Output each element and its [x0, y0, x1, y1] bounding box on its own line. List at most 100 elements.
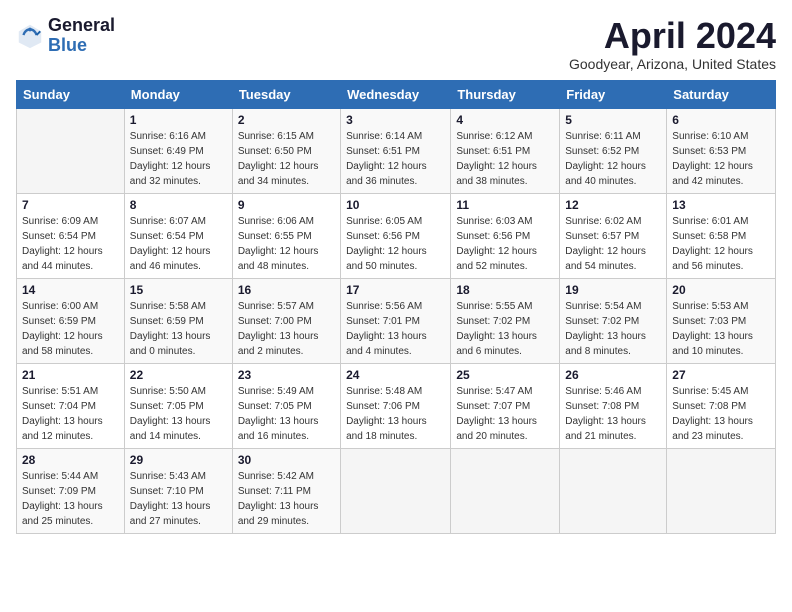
- day-number: 20: [672, 283, 770, 297]
- day-cell: 29 Sunrise: 5:43 AM Sunset: 7:10 PM Dayli…: [124, 448, 232, 533]
- day-number: 3: [346, 113, 445, 127]
- day-info: Sunrise: 5:47 AM Sunset: 7:07 PM Dayligh…: [456, 384, 554, 444]
- day-info: Sunrise: 6:16 AM Sunset: 6:49 PM Dayligh…: [130, 129, 227, 189]
- day-cell: 24 Sunrise: 5:48 AM Sunset: 7:06 PM Dayli…: [341, 363, 451, 448]
- day-number: 24: [346, 368, 445, 382]
- day-cell: 30 Sunrise: 5:42 AM Sunset: 7:11 PM Dayli…: [232, 448, 340, 533]
- day-cell: 27Sunrise: 5:45 AM Sunset: 7:08 PM Dayli…: [667, 363, 776, 448]
- day-cell: 7 Sunrise: 6:09 AM Sunset: 6:54 PM Daylig…: [17, 193, 125, 278]
- day-cell: 6Sunrise: 6:10 AM Sunset: 6:53 PM Daylig…: [667, 108, 776, 193]
- day-info: Sunrise: 6:05 AM Sunset: 6:56 PM Dayligh…: [346, 214, 445, 274]
- day-number: 8: [130, 198, 227, 212]
- day-cell: 23 Sunrise: 5:49 AM Sunset: 7:05 PM Dayli…: [232, 363, 340, 448]
- day-number: 6: [672, 113, 770, 127]
- page-header: General Blue April 2024 Goodyear, Arizon…: [16, 16, 776, 72]
- day-info: Sunrise: 5:57 AM Sunset: 7:00 PM Dayligh…: [238, 299, 335, 359]
- calendar-table: SundayMondayTuesdayWednesdayThursdayFrid…: [16, 80, 776, 534]
- day-info: Sunrise: 5:43 AM Sunset: 7:10 PM Dayligh…: [130, 469, 227, 529]
- day-info: Sunrise: 6:06 AM Sunset: 6:55 PM Dayligh…: [238, 214, 335, 274]
- day-cell: 4 Sunrise: 6:12 AM Sunset: 6:51 PM Daylig…: [451, 108, 560, 193]
- logo-icon: [16, 22, 44, 50]
- calendar-header: SundayMondayTuesdayWednesdayThursdayFrid…: [17, 80, 776, 108]
- day-cell: 20Sunrise: 5:53 AM Sunset: 7:03 PM Dayli…: [667, 278, 776, 363]
- day-info: Sunrise: 5:51 AM Sunset: 7:04 PM Dayligh…: [22, 384, 119, 444]
- day-info: Sunrise: 6:07 AM Sunset: 6:54 PM Dayligh…: [130, 214, 227, 274]
- header-cell-friday: Friday: [560, 80, 667, 108]
- day-number: 23: [238, 368, 335, 382]
- day-cell: [560, 448, 667, 533]
- day-cell: 14 Sunrise: 6:00 AM Sunset: 6:59 PM Dayli…: [17, 278, 125, 363]
- day-number: 2: [238, 113, 335, 127]
- logo-blue-text: Blue: [48, 36, 115, 56]
- day-number: 14: [22, 283, 119, 297]
- week-row-5: 28 Sunrise: 5:44 AM Sunset: 7:09 PM Dayli…: [17, 448, 776, 533]
- title-block: April 2024 Goodyear, Arizona, United Sta…: [569, 16, 776, 72]
- header-cell-monday: Monday: [124, 80, 232, 108]
- day-info: Sunrise: 5:44 AM Sunset: 7:09 PM Dayligh…: [22, 469, 119, 529]
- day-number: 28: [22, 453, 119, 467]
- day-number: 12: [565, 198, 661, 212]
- day-number: 30: [238, 453, 335, 467]
- day-number: 10: [346, 198, 445, 212]
- logo-text: General Blue: [48, 16, 115, 56]
- day-cell: 17 Sunrise: 5:56 AM Sunset: 7:01 PM Dayli…: [341, 278, 451, 363]
- week-row-2: 7 Sunrise: 6:09 AM Sunset: 6:54 PM Daylig…: [17, 193, 776, 278]
- header-cell-wednesday: Wednesday: [341, 80, 451, 108]
- header-row: SundayMondayTuesdayWednesdayThursdayFrid…: [17, 80, 776, 108]
- day-info: Sunrise: 5:55 AM Sunset: 7:02 PM Dayligh…: [456, 299, 554, 359]
- day-info: Sunrise: 5:48 AM Sunset: 7:06 PM Dayligh…: [346, 384, 445, 444]
- day-info: Sunrise: 5:45 AM Sunset: 7:08 PM Dayligh…: [672, 384, 770, 444]
- day-info: Sunrise: 5:42 AM Sunset: 7:11 PM Dayligh…: [238, 469, 335, 529]
- day-info: Sunrise: 6:00 AM Sunset: 6:59 PM Dayligh…: [22, 299, 119, 359]
- day-info: Sunrise: 6:01 AM Sunset: 6:58 PM Dayligh…: [672, 214, 770, 274]
- month-title: April 2024: [569, 16, 776, 56]
- day-number: 15: [130, 283, 227, 297]
- logo: General Blue: [16, 16, 115, 56]
- day-info: Sunrise: 6:12 AM Sunset: 6:51 PM Dayligh…: [456, 129, 554, 189]
- header-cell-sunday: Sunday: [17, 80, 125, 108]
- day-cell: 25Sunrise: 5:47 AM Sunset: 7:07 PM Dayli…: [451, 363, 560, 448]
- day-info: Sunrise: 5:56 AM Sunset: 7:01 PM Dayligh…: [346, 299, 445, 359]
- day-cell: 2 Sunrise: 6:15 AM Sunset: 6:50 PM Daylig…: [232, 108, 340, 193]
- day-cell: [451, 448, 560, 533]
- day-cell: 5 Sunrise: 6:11 AM Sunset: 6:52 PM Daylig…: [560, 108, 667, 193]
- day-cell: 16Sunrise: 5:57 AM Sunset: 7:00 PM Dayli…: [232, 278, 340, 363]
- day-number: 11: [456, 198, 554, 212]
- day-cell: 15Sunrise: 5:58 AM Sunset: 6:59 PM Dayli…: [124, 278, 232, 363]
- day-info: Sunrise: 6:03 AM Sunset: 6:56 PM Dayligh…: [456, 214, 554, 274]
- day-number: 21: [22, 368, 119, 382]
- day-cell: 13Sunrise: 6:01 AM Sunset: 6:58 PM Dayli…: [667, 193, 776, 278]
- day-number: 7: [22, 198, 119, 212]
- week-row-1: 1 Sunrise: 6:16 AM Sunset: 6:49 PM Daylig…: [17, 108, 776, 193]
- day-cell: 18 Sunrise: 5:55 AM Sunset: 7:02 PM Dayli…: [451, 278, 560, 363]
- week-row-4: 21 Sunrise: 5:51 AM Sunset: 7:04 PM Dayli…: [17, 363, 776, 448]
- day-number: 1: [130, 113, 227, 127]
- day-info: Sunrise: 6:15 AM Sunset: 6:50 PM Dayligh…: [238, 129, 335, 189]
- location-subtitle: Goodyear, Arizona, United States: [569, 56, 776, 72]
- day-number: 5: [565, 113, 661, 127]
- day-cell: 22Sunrise: 5:50 AM Sunset: 7:05 PM Dayli…: [124, 363, 232, 448]
- day-cell: 19Sunrise: 5:54 AM Sunset: 7:02 PM Dayli…: [560, 278, 667, 363]
- day-cell: 21 Sunrise: 5:51 AM Sunset: 7:04 PM Dayli…: [17, 363, 125, 448]
- day-number: 18: [456, 283, 554, 297]
- day-cell: [341, 448, 451, 533]
- day-cell: 28 Sunrise: 5:44 AM Sunset: 7:09 PM Dayli…: [17, 448, 125, 533]
- day-cell: 9 Sunrise: 6:06 AM Sunset: 6:55 PM Daylig…: [232, 193, 340, 278]
- day-number: 26: [565, 368, 661, 382]
- day-number: 29: [130, 453, 227, 467]
- day-info: Sunrise: 5:49 AM Sunset: 7:05 PM Dayligh…: [238, 384, 335, 444]
- logo-general-text: General: [48, 16, 115, 36]
- day-cell: 10 Sunrise: 6:05 AM Sunset: 6:56 PM Dayli…: [341, 193, 451, 278]
- header-cell-tuesday: Tuesday: [232, 80, 340, 108]
- day-number: 17: [346, 283, 445, 297]
- day-cell: 26Sunrise: 5:46 AM Sunset: 7:08 PM Dayli…: [560, 363, 667, 448]
- day-number: 4: [456, 113, 554, 127]
- day-info: Sunrise: 6:11 AM Sunset: 6:52 PM Dayligh…: [565, 129, 661, 189]
- day-cell: 12Sunrise: 6:02 AM Sunset: 6:57 PM Dayli…: [560, 193, 667, 278]
- day-cell: 11 Sunrise: 6:03 AM Sunset: 6:56 PM Dayli…: [451, 193, 560, 278]
- day-cell: [17, 108, 125, 193]
- day-cell: 8 Sunrise: 6:07 AM Sunset: 6:54 PM Daylig…: [124, 193, 232, 278]
- header-cell-saturday: Saturday: [667, 80, 776, 108]
- day-info: Sunrise: 6:09 AM Sunset: 6:54 PM Dayligh…: [22, 214, 119, 274]
- day-number: 9: [238, 198, 335, 212]
